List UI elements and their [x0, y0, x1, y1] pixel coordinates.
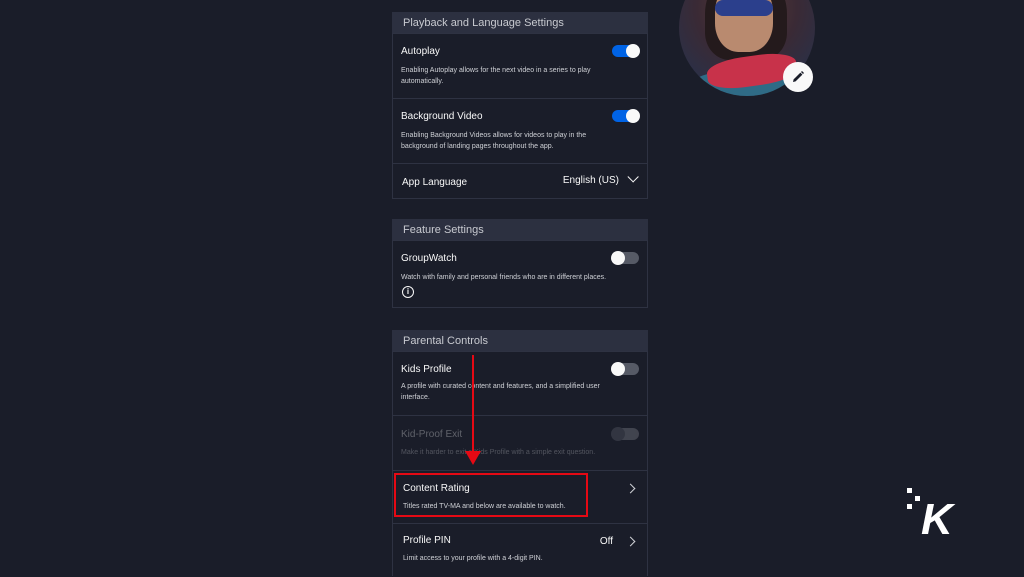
- kid-proof-exit-description: Make it harder to exit a Kids Profile wi…: [401, 449, 596, 456]
- profile-pin-description: Limit access to your profile with a 4-di…: [403, 555, 543, 562]
- logo-letter: K: [921, 495, 956, 538]
- kid-proof-exit-toggle: [611, 427, 639, 441]
- autoplay-description: Enabling Autoplay allows for the next vi…: [401, 67, 591, 85]
- avatar-mask: [715, 0, 773, 16]
- autoplay-toggle[interactable]: [612, 44, 640, 58]
- profile-pin-title: Profile PIN: [403, 535, 451, 546]
- edit-avatar-button[interactable]: [783, 62, 813, 92]
- autoplay-row[interactable]: Autoplay Enabling Autoplay allows for th…: [393, 34, 647, 98]
- groupwatch-title: GroupWatch: [401, 253, 457, 264]
- annotation-highlight-box: [394, 473, 588, 517]
- chevron-right-icon: [625, 483, 636, 494]
- kids-profile-row[interactable]: Kids Profile A profile with curated cont…: [393, 352, 647, 415]
- annotation-arrow-line: [472, 355, 474, 452]
- playback-section-header: Playback and Language Settings: [392, 12, 648, 33]
- groupwatch-description: Watch with family and personal friends w…: [401, 274, 607, 281]
- chevron-down-icon: [627, 171, 639, 183]
- background-video-row[interactable]: Background Video Enabling Background Vid…: [393, 99, 647, 163]
- kid-proof-exit-row: Kid-Proof Exit Make it harder to exit a …: [393, 416, 647, 470]
- groupwatch-row[interactable]: GroupWatch Watch with family and persona…: [393, 241, 647, 309]
- kids-profile-description: A profile with curated content and featu…: [401, 383, 600, 401]
- logo-icon: K: [907, 488, 956, 544]
- groupwatch-toggle[interactable]: [611, 251, 639, 265]
- app-language-title: App Language: [402, 177, 468, 188]
- app-language-value: English (US): [562, 175, 619, 186]
- parental-controls-box: Kids Profile A profile with curated cont…: [392, 351, 648, 576]
- kids-profile-toggle[interactable]: [611, 362, 639, 376]
- app-language-select[interactable]: English (US): [562, 171, 639, 186]
- chevron-right-icon: [625, 536, 636, 547]
- pencil-icon: [793, 71, 804, 82]
- profile-pin-value: Off: [599, 536, 613, 547]
- background-video-description: Enabling Background Videos allows for vi…: [401, 132, 587, 150]
- background-video-title: Background Video: [401, 111, 483, 122]
- kids-profile-title: Kids Profile: [401, 364, 452, 375]
- annotation-arrow-head: [465, 451, 481, 465]
- parental-section-header: Parental Controls: [392, 330, 648, 351]
- kid-proof-exit-title: Kid-Proof Exit: [401, 429, 463, 440]
- feature-settings-box: GroupWatch Watch with family and persona…: [392, 240, 648, 308]
- knowtechie-logo: K: [905, 486, 961, 544]
- info-icon[interactable]: i: [402, 286, 414, 298]
- background-video-toggle[interactable]: [612, 109, 640, 123]
- profile-pin-row[interactable]: Profile PIN Off Limit access to your pro…: [393, 524, 647, 577]
- autoplay-title: Autoplay: [401, 46, 440, 57]
- playback-settings-box: Autoplay Enabling Autoplay allows for th…: [392, 33, 648, 199]
- feature-section-header: Feature Settings: [392, 219, 648, 240]
- app-language-row[interactable]: App Language English (US): [393, 164, 647, 200]
